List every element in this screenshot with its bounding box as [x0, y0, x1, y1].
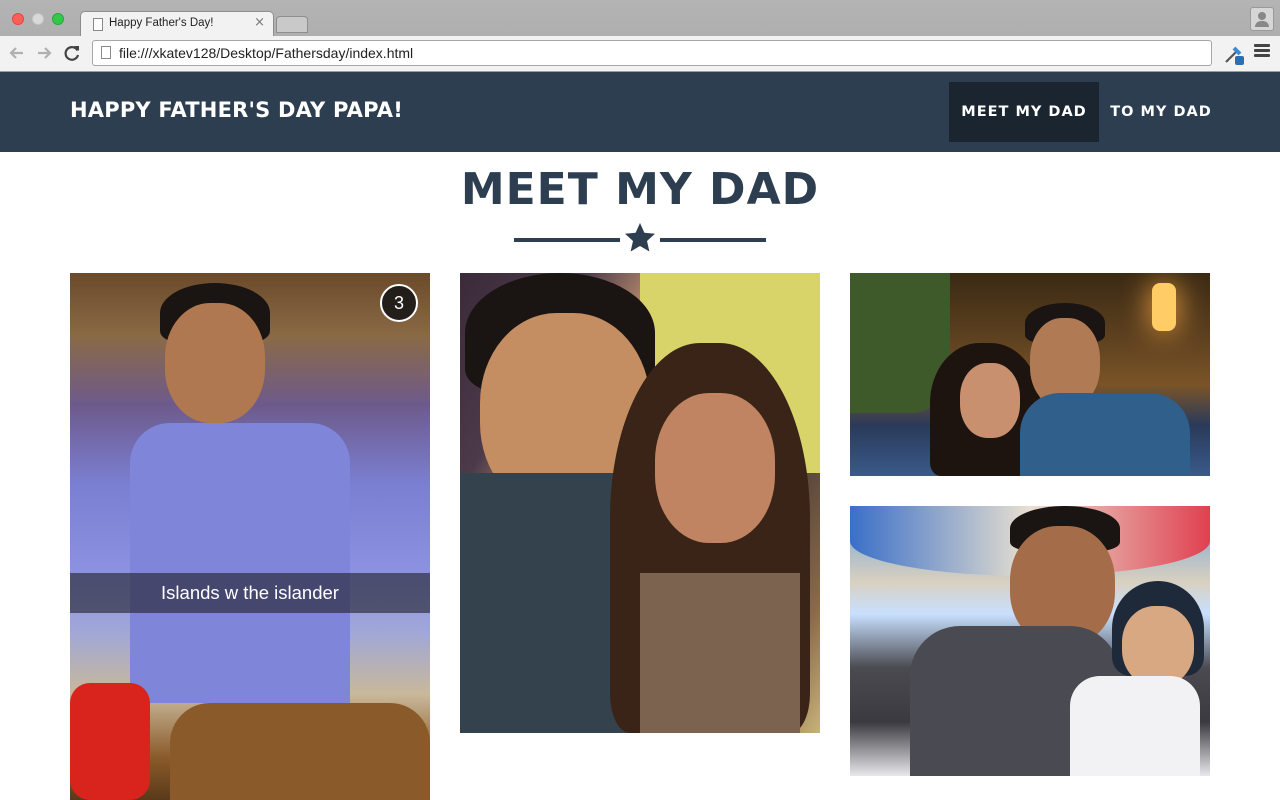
divider-line-right [660, 238, 766, 242]
divider-line-left [514, 238, 620, 242]
nav-link-to-my-dad[interactable]: TO MY DAD [1099, 82, 1223, 142]
photo-couple-night[interactable] [850, 273, 1210, 476]
site-navbar: HAPPY FATHER'S DAY PAPA! MEET MY DAD TO … [0, 72, 1280, 152]
close-window-button[interactable] [12, 13, 24, 25]
star-icon [625, 223, 655, 252]
photo-cup-shape [70, 683, 150, 800]
photo-dad-eating[interactable] [70, 273, 430, 800]
star-divider [514, 222, 766, 258]
snap-caption: Islands w the islander [70, 573, 430, 613]
section-title: MEET MY DAD [460, 164, 820, 215]
eyedropper-extension-icon[interactable] [1222, 42, 1246, 66]
forward-icon[interactable] [33, 42, 55, 64]
photo-food-shape [170, 703, 430, 800]
snap-count-badge: 3 [380, 284, 418, 322]
address-bar[interactable]: file:///xkatev128/Desktop/Fathersday/ind… [92, 40, 1212, 66]
tab-title: Happy Father's Day! [109, 17, 214, 29]
photo-selfie-restaurant[interactable] [460, 273, 820, 733]
photo-jacket-shape [1020, 393, 1190, 476]
photo-lamp-shape [1152, 283, 1176, 331]
photo-face-shape [655, 393, 775, 543]
photo-face-shape [1122, 606, 1194, 686]
menu-icon[interactable] [1254, 44, 1270, 60]
photo-face-shape [960, 363, 1020, 438]
browser-toolbar: file:///xkatev128/Desktop/Fathersday/ind… [0, 36, 1280, 72]
site-brand[interactable]: HAPPY FATHER'S DAY PAPA! [70, 98, 403, 122]
profile-icon[interactable] [1250, 7, 1274, 31]
browser-tab[interactable]: Happy Father's Day! × [80, 11, 274, 37]
photo-dress-shape [1070, 676, 1200, 776]
url-text: file:///xkatev128/Desktop/Fathersday/ind… [119, 45, 414, 61]
photo-top-shape [640, 573, 800, 733]
new-tab-button[interactable] [276, 16, 308, 33]
photo-face-shape [165, 303, 265, 423]
tab-strip: Happy Father's Day! × [0, 0, 1280, 37]
tab-close-icon[interactable]: × [254, 15, 265, 30]
page-icon [93, 18, 103, 31]
zoom-window-button[interactable] [52, 13, 64, 25]
photo-shirt-shape [130, 423, 350, 703]
back-icon[interactable] [6, 42, 28, 64]
page-icon [101, 46, 111, 59]
nav-link-meet-my-dad[interactable]: MEET MY DAD [949, 82, 1099, 142]
reload-icon[interactable] [61, 42, 83, 64]
browser-chrome: Happy Father's Day! × file:///xkatev128/… [0, 0, 1280, 72]
minimize-window-button[interactable] [32, 13, 44, 25]
photo-beach-selfie[interactable] [850, 506, 1210, 776]
